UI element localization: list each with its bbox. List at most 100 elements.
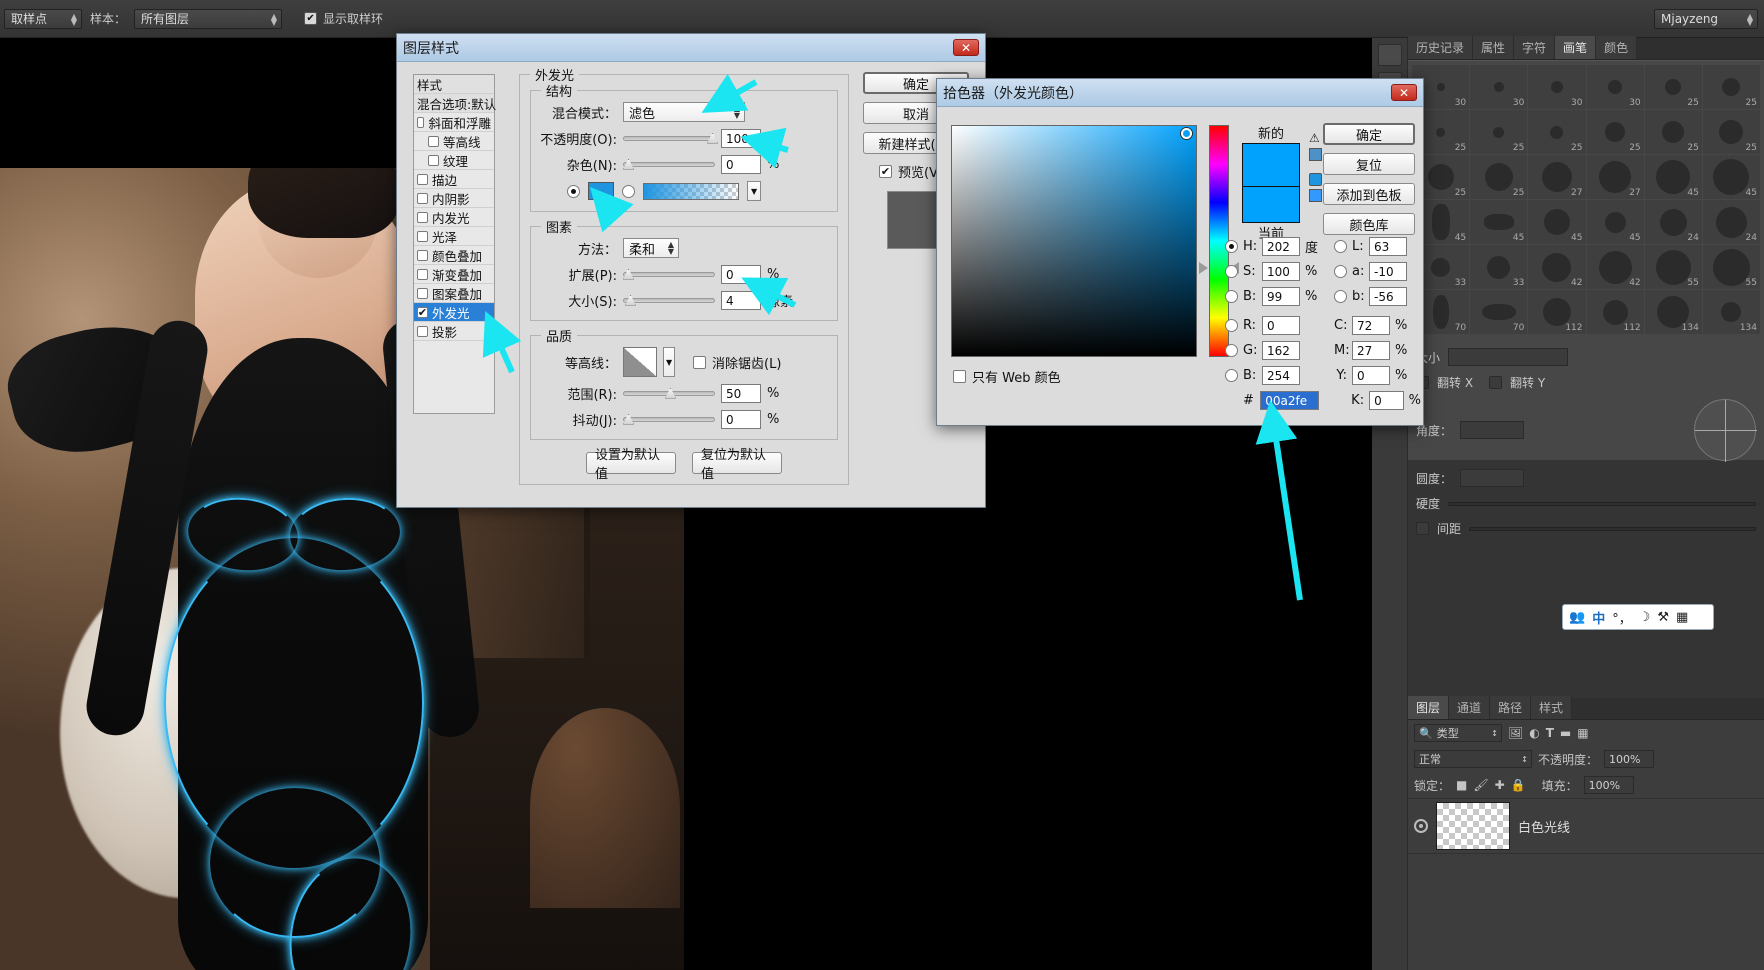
radio-h[interactable] [1225, 240, 1238, 253]
close-icon[interactable]: ✕ [1391, 84, 1417, 101]
glow-color-radio[interactable] [567, 184, 580, 198]
radio-g[interactable] [1225, 344, 1238, 357]
gradient-picker-dropdown[interactable]: ▼ [747, 181, 761, 201]
color-picker-dialog[interactable]: 拾色器（外发光颜色） ✕ 新的 当前 ⚠ 确定 复位 添加到色板 颜色库 H: … [936, 78, 1424, 426]
r-input[interactable]: 0 [1262, 316, 1300, 335]
filter-image-icon[interactable]: 🖼 [1508, 726, 1523, 740]
layer-opacity-field[interactable]: 100% [1604, 750, 1655, 768]
radio-b-brightness[interactable] [1225, 290, 1238, 303]
glow-color-swatch[interactable] [588, 182, 614, 200]
brush-preset[interactable]: 24 [1644, 200, 1702, 244]
opacity-slider[interactable] [623, 132, 718, 146]
brush-preset[interactable]: 27 [1528, 155, 1586, 199]
brush-preset[interactable]: 30 [1470, 65, 1528, 109]
hex-input[interactable]: 00a2fe [1260, 391, 1320, 410]
brush-preset[interactable]: 25 [1528, 110, 1586, 154]
brush-preset[interactable]: 25 [1644, 110, 1702, 154]
style-item-texture[interactable]: 纹理 [414, 151, 494, 170]
style-list[interactable]: 样式 混合选项:默认 斜面和浮雕 等高线 纹理 描边 内阴影 内发光 光泽 颜色… [413, 74, 496, 414]
checkbox-icon[interactable] [417, 192, 428, 204]
blend-mode-select[interactable]: 滤色 ▲ ▼ [623, 102, 745, 122]
workspace-combo[interactable]: Mjayzeng ▲ ▼ [1654, 8, 1758, 29]
brush-size-field[interactable] [1448, 348, 1569, 366]
picker-ok-button[interactable]: 确定 [1323, 123, 1415, 145]
size-slider[interactable] [623, 294, 715, 308]
glow-gradient-radio[interactable] [622, 184, 635, 198]
current-color-swatch[interactable] [1242, 187, 1300, 223]
checkbox-icon[interactable] [953, 370, 966, 383]
spacing-slider[interactable] [1469, 526, 1756, 531]
filter-shape-icon[interactable]: ▬ [1560, 726, 1571, 740]
collapse-icon[interactable] [1377, 44, 1402, 66]
lab-b-input[interactable]: -56 [1369, 287, 1407, 306]
brush-preset[interactable]: 30 [1586, 65, 1644, 109]
style-item-outer-glow[interactable]: 外发光 [414, 303, 494, 322]
layer-row[interactable]: 白色光线 [1408, 798, 1764, 854]
web-safe-warning-icon[interactable] [1309, 173, 1322, 186]
checkbox-icon[interactable] [417, 230, 428, 242]
brush-preset[interactable]: 55 [1702, 245, 1760, 289]
layer-style-dialog[interactable]: 图层样式 ✕ 样式 混合选项:默认 斜面和浮雕 等高线 纹理 描边 内阴影 内发… [396, 33, 986, 508]
add-to-swatches-button[interactable]: 添加到色板 [1323, 183, 1415, 205]
eye-icon[interactable] [1414, 819, 1428, 833]
layer-filter-type[interactable]: 🔍 类型 ↕ [1414, 724, 1502, 742]
ime-keyboard-icon[interactable]: ▦ [1676, 610, 1688, 625]
style-item-color-overlay[interactable]: 颜色叠加 [414, 246, 494, 265]
style-item-contour[interactable]: 等高线 [414, 132, 494, 151]
lock-position-icon[interactable]: ✚ [1495, 778, 1505, 792]
brush-preset[interactable]: 45 [1702, 155, 1760, 199]
checkbox-icon[interactable] [417, 287, 428, 299]
hardness-slider[interactable] [1448, 501, 1756, 506]
layer-style-titlebar[interactable]: 图层样式 ✕ [397, 34, 985, 62]
noise-input[interactable]: 0 [721, 155, 761, 174]
brush-preset[interactable]: 112 [1586, 290, 1644, 334]
ime-toolbar[interactable]: 👥 中 °， ☽ ⚒ ▦ [1562, 604, 1714, 630]
rgb-b-input[interactable]: 254 [1262, 366, 1300, 385]
brush-preset[interactable]: 134 [1644, 290, 1702, 334]
roundness-field[interactable] [1460, 469, 1525, 487]
radio-s[interactable] [1225, 265, 1238, 278]
checkbox-icon[interactable] [417, 325, 428, 337]
flip-y-checkbox[interactable] [1489, 376, 1503, 389]
checkbox-icon[interactable] [417, 116, 425, 128]
color-picker-titlebar[interactable]: 拾色器（外发光颜色） ✕ [937, 79, 1423, 107]
filter-text-icon[interactable]: T [1546, 726, 1554, 740]
brush-preset[interactable]: 70 [1470, 290, 1528, 334]
checkbox-icon[interactable] [428, 135, 439, 147]
checkbox-icon[interactable] [417, 173, 428, 185]
brush-preset[interactable]: 55 [1644, 245, 1702, 289]
style-item-gradient-overlay[interactable]: 渐变叠加 [414, 265, 494, 284]
y-input[interactable]: 0 [1352, 366, 1390, 385]
tab-paths[interactable]: 路径 [1490, 696, 1532, 719]
k-input[interactable]: 0 [1369, 391, 1404, 410]
spread-input[interactable]: 0 [721, 265, 761, 284]
radio-l[interactable] [1334, 240, 1347, 253]
tab-styles[interactable]: 样式 [1531, 696, 1573, 719]
layer-blend-mode[interactable]: 正常 ↕ [1414, 750, 1532, 768]
style-item-satin[interactable]: 光泽 [414, 227, 494, 246]
style-item-bevel-emboss[interactable]: 斜面和浮雕 [414, 113, 494, 132]
ime-tools-icon[interactable]: ⚒ [1657, 610, 1669, 625]
contour-preview[interactable] [623, 347, 657, 377]
brush-preset[interactable]: 25 [1644, 65, 1702, 109]
brush-preset[interactable]: 45 [1528, 200, 1586, 244]
web-only-checkbox-row[interactable]: 只有 Web 颜色 [953, 367, 1061, 386]
brush-preset[interactable]: 25 [1702, 110, 1760, 154]
show-sampling-ring-checkbox[interactable]: 显示取样环 [304, 10, 383, 27]
lock-image-icon[interactable]: 🖌 [1473, 778, 1488, 792]
set-as-default-button[interactable]: 设置为默认值 [586, 448, 676, 482]
style-item-inner-glow[interactable]: 内发光 [414, 208, 494, 227]
checkbox-icon[interactable] [417, 211, 428, 223]
brush-preset[interactable]: 45 [1470, 200, 1528, 244]
radio-r[interactable] [1225, 319, 1238, 332]
checkbox-icon[interactable] [428, 154, 439, 166]
radio-lab-b[interactable] [1334, 290, 1347, 303]
brush-preset[interactable]: 25 [1586, 110, 1644, 154]
range-input[interactable]: 50 [721, 384, 761, 403]
reset-to-default-button[interactable]: 复位为默认值 [692, 448, 782, 482]
range-slider[interactable] [623, 387, 715, 401]
brush-preset[interactable]: 25 [1702, 65, 1760, 109]
b-input[interactable]: 99 [1262, 287, 1300, 306]
c-input[interactable]: 72 [1352, 316, 1390, 335]
brush-preset[interactable]: 45 [1586, 200, 1644, 244]
